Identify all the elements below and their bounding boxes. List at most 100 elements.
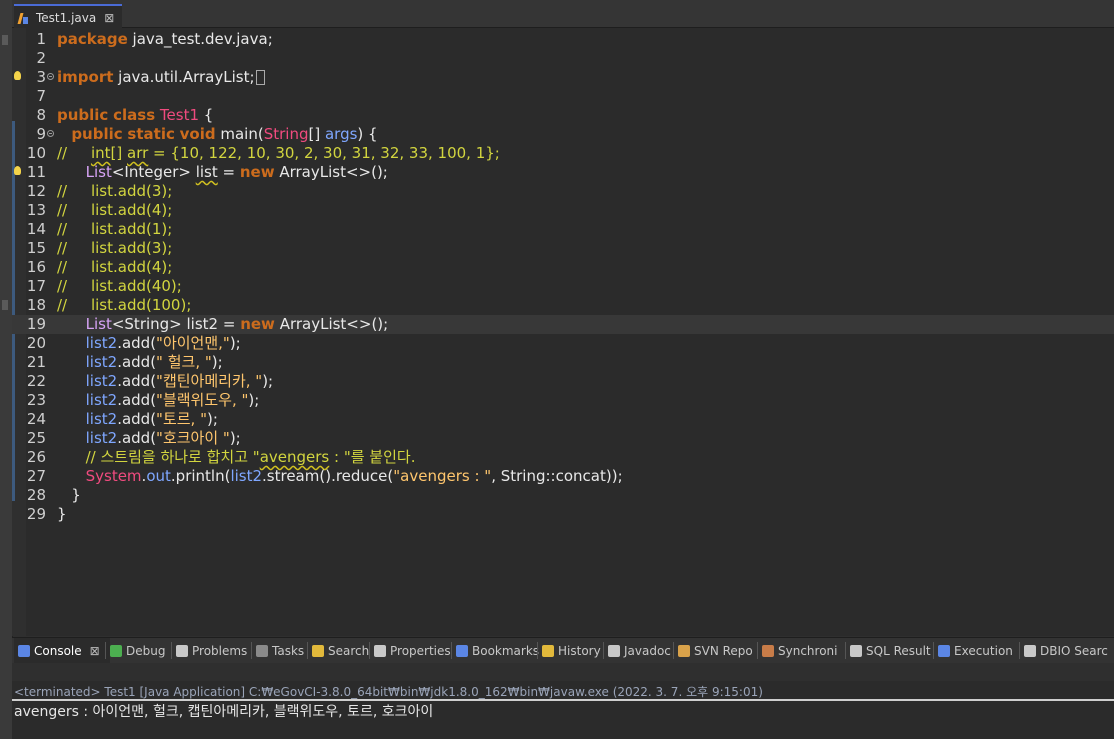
view-tab-sql-result[interactable]: SQL Result (846, 638, 938, 663)
code-line[interactable]: 17 // list.add(40); (12, 277, 1114, 296)
code-token: <Integer> (111, 163, 196, 181)
code-line[interactable]: 25 list2.add("호크아이 "); (12, 429, 1114, 448)
code-line[interactable]: 24 list2.add("토르, "); (12, 410, 1114, 429)
code-line[interactable]: 11 List<Integer> list = new ArrayList<>(… (12, 163, 1114, 182)
view-tab-label: Javadoc (624, 643, 671, 658)
view-tab-problems[interactable]: Problems (172, 638, 256, 663)
code-text: public class Test1 { (57, 106, 213, 125)
code-token: // list.add(1); (57, 220, 173, 238)
code-token: java.util.ArrayList; (113, 68, 255, 86)
code-line[interactable]: 10 // int[] arr = {10, 122, 10, 30, 2, 30… (12, 144, 1114, 163)
code-text: // int[] arr = {10, 122, 10, 30, 2, 30, … (57, 144, 500, 163)
code-text: List<Integer> list = new ArrayList<>(); (57, 163, 388, 182)
code-line[interactable]: 8 public class Test1 { (12, 106, 1114, 125)
view-tab-debug[interactable]: Debug (106, 638, 176, 663)
code-token: "avengers : " (393, 467, 492, 485)
code-token: ) { (357, 125, 378, 143)
fold-toggle-icon[interactable] (47, 73, 54, 80)
code-token: .add( (117, 353, 157, 371)
editor-tab-test1[interactable]: Test1.java ⊠ (14, 4, 122, 29)
code-token: // (57, 144, 91, 162)
properties-icon (374, 644, 386, 657)
code-line[interactable]: 15 // list.add(3); (12, 239, 1114, 258)
line-number: 20 (26, 334, 46, 352)
code-token: public (57, 106, 109, 124)
code-token: int (90, 144, 111, 162)
view-tab-svn-repo[interactable]: SVN Repo (674, 638, 762, 663)
code-line[interactable]: 2 (12, 49, 1114, 68)
console-output[interactable]: avengers : 아이언맨, 헐크, 캡틴아메리카, 블랙위도우, 토르, … (14, 701, 433, 721)
code-line[interactable]: 18 // list.add(100); (12, 296, 1114, 315)
execution-icon (938, 644, 950, 657)
code-token: out (146, 467, 171, 485)
code-token: } (57, 505, 67, 523)
view-tab-synchroni[interactable]: Synchroni (758, 638, 850, 663)
code-token: // list.add(4); (57, 258, 173, 276)
close-icon[interactable]: ⊠ (104, 11, 114, 25)
code-line[interactable]: 27 System.out.println(list2.stream().red… (12, 467, 1114, 486)
code-line[interactable]: 14 // list.add(1); (12, 220, 1114, 239)
code-line[interactable]: 13 // list.add(4); (12, 201, 1114, 220)
code-line[interactable]: 19 List<String> list2 = new ArrayList<>(… (12, 315, 1114, 334)
code-text: // list.add(100); (57, 296, 191, 315)
view-tab-label: DBIO Searc (1040, 643, 1108, 658)
code-line[interactable]: 12 // list.add(3); (12, 182, 1114, 201)
code-token: = (217, 163, 240, 181)
history-icon (542, 644, 554, 657)
code-line[interactable]: 20 list2.add("아이언맨,"); (12, 334, 1114, 353)
tasks-icon (256, 644, 268, 657)
code-text: list2.add("토르, "); (57, 410, 218, 429)
close-icon[interactable]: ⊠ (90, 644, 100, 658)
view-tab-execution[interactable]: Execution (934, 638, 1024, 663)
line-number: 29 (26, 505, 46, 523)
code-line[interactable]: 3 import java.util.ArrayList; (12, 68, 1114, 87)
code-line[interactable]: 21 list2.add(" 헐크, "); (12, 353, 1114, 372)
lightbulb-icon[interactable] (14, 71, 21, 80)
line-number: 2 (36, 49, 46, 67)
code-token: <String> list2 = (111, 315, 241, 333)
view-tab-console[interactable]: Console ⊠ (14, 638, 110, 663)
code-line[interactable]: 29} (12, 505, 1114, 524)
line-number: 27 (26, 467, 46, 485)
code-line[interactable]: 28 } (12, 486, 1114, 505)
view-tab-properties[interactable]: Properties (370, 638, 456, 663)
console-view: <terminated> Test1 [Java Application] C:… (12, 663, 1114, 739)
view-tab-tasks[interactable]: Tasks (252, 638, 312, 663)
fold-toggle-icon[interactable] (47, 130, 54, 137)
code-editor[interactable]: 1 package java_test.dev.java; 2 3 import jav… (12, 28, 1114, 636)
problems-icon (176, 644, 188, 657)
code-line[interactable]: 7 (12, 87, 1114, 106)
code-line[interactable]: 26 // 스트림을 하나로 합치고 "avengers : "를 붙인다. (12, 448, 1114, 467)
lightbulb-icon[interactable] (14, 166, 21, 175)
trim-marker (2, 300, 8, 310)
code-line[interactable]: 1 package java_test.dev.java; (12, 30, 1114, 49)
line-number: 18 (26, 296, 46, 314)
code-line[interactable]: 23 list2.add("블랙위도우, "); (12, 391, 1114, 410)
line-number: 3 (36, 68, 46, 86)
code-token: = {10, 122, 10, 30, 2, 30, 31, 32, 33, 1… (148, 144, 500, 162)
view-tab-label: Execution (954, 643, 1013, 658)
code-text: // list.add(3); (57, 182, 172, 201)
code-token: // list.add(100); (57, 296, 192, 314)
view-tab-search[interactable]: Search (308, 638, 374, 663)
view-tab-history[interactable]: History (538, 638, 608, 663)
code-token: : "를 붙인다. (329, 448, 416, 466)
view-tab-dbio-searc[interactable]: DBIO Searc (1020, 638, 1114, 663)
line-number: 16 (26, 258, 46, 276)
code-text: // list.add(4); (57, 258, 172, 277)
line-number: 28 (26, 486, 46, 504)
code-token: " 헐크, " (156, 353, 212, 371)
java-file-icon (18, 11, 30, 25)
view-tab-javadoc[interactable]: Javadoc (604, 638, 678, 663)
code-line[interactable]: 22 list2.add("캡틴아메리카, "); (12, 372, 1114, 391)
code-token: String (263, 125, 309, 143)
code-line[interactable]: 9 public static void main(String[] args)… (12, 125, 1114, 144)
sql-result-icon (850, 644, 862, 657)
view-tab-label: Tasks (272, 643, 305, 658)
view-tab-bookmarks[interactable]: Bookmarks (452, 638, 542, 663)
code-text: list2.add("캡틴아메리카, "); (57, 372, 273, 391)
code-token: [] (110, 144, 127, 162)
code-line[interactable]: 16 // list.add(4); (12, 258, 1114, 277)
